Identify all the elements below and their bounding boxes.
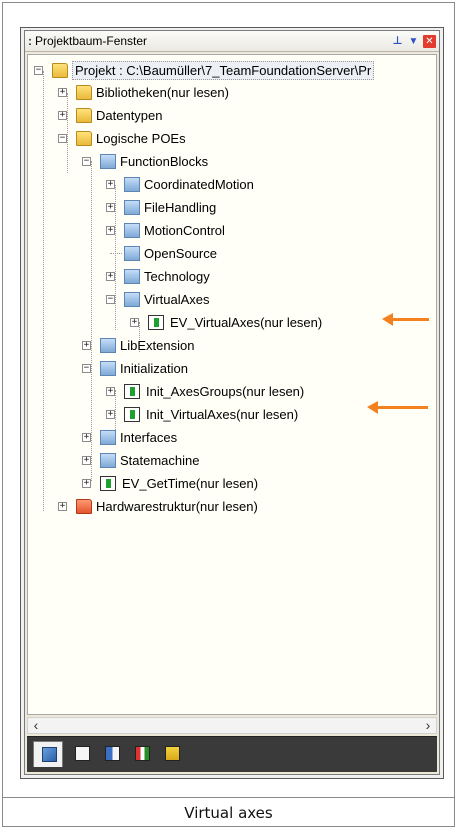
pou-icon	[124, 407, 140, 422]
folder-icon	[124, 223, 140, 238]
tree-node-label: FunctionBlocks	[120, 154, 209, 169]
collapse-icon[interactable]: −	[82, 157, 91, 166]
expand-icon[interactable]: +	[82, 456, 91, 465]
folder-icon	[76, 108, 92, 123]
library-icon	[75, 746, 90, 761]
project-tree[interactable]: − Projekt : C:\Baumüller\7_TeamFoundatio…	[27, 54, 437, 715]
tree-node-label: Interfaces	[120, 430, 178, 445]
folder-icon	[100, 453, 116, 468]
expand-icon[interactable]: +	[106, 410, 115, 419]
tab-io[interactable]	[157, 741, 187, 767]
tree-node-label: Init_VirtualAxes(nur lesen)	[146, 407, 299, 422]
scroll-right-icon[interactable]: ›	[420, 718, 436, 733]
collapse-icon[interactable]: −	[58, 134, 67, 143]
folder-icon	[124, 200, 140, 215]
folder-icon	[100, 361, 116, 376]
tree-node-label: Init_AxesGroups(nur lesen)	[146, 384, 305, 399]
tree-node-label: Bibliotheken(nur lesen)	[96, 85, 229, 100]
folder-icon	[124, 269, 140, 284]
tree-line	[115, 185, 116, 330]
project-tree-icon	[42, 747, 57, 762]
tree-node-label: LibExtension	[120, 338, 195, 353]
window-titlebar[interactable]: : Projektbaum-Fenster ⊥ ▼ ✕	[25, 31, 439, 52]
instance-icon	[135, 746, 150, 761]
tree-line	[67, 93, 68, 173]
figure-caption: Virtual axes	[184, 804, 273, 822]
expand-icon[interactable]: +	[130, 318, 139, 327]
pou-icon	[100, 476, 116, 491]
collapse-icon[interactable]: −	[106, 295, 115, 304]
tree-node-label: EV_GetTime(nur lesen)	[122, 476, 259, 491]
folder-icon	[124, 177, 140, 192]
horizontal-scrollbar[interactable]: ‹ ›	[27, 717, 437, 734]
highlight-arrow	[382, 313, 429, 326]
expand-icon[interactable]: +	[58, 88, 67, 97]
view-tab-bar	[27, 736, 437, 772]
expand-icon[interactable]: +	[106, 180, 115, 189]
tree-node-label: OpenSource	[144, 246, 217, 261]
window-title: Projektbaum-Fenster	[35, 34, 148, 48]
expand-icon[interactable]: +	[58, 111, 67, 120]
expand-icon[interactable]: +	[82, 341, 91, 350]
book-icon	[105, 746, 120, 761]
tree-node-label: Hardwarestruktur(nur lesen)	[96, 499, 258, 514]
tree-node-label: VirtualAxes	[144, 292, 210, 307]
folder-icon	[124, 292, 140, 307]
pin-icon[interactable]: ⊥	[391, 35, 404, 48]
pou-icon	[148, 315, 164, 330]
expand-icon[interactable]: +	[82, 433, 91, 442]
tree-node-label: Logische POEs	[96, 131, 186, 146]
tree-node-label: Datentypen	[96, 108, 163, 123]
expand-icon[interactable]: +	[82, 479, 91, 488]
folder-icon	[76, 85, 92, 100]
folder-icon	[100, 338, 116, 353]
folder-icon	[100, 154, 116, 169]
caption-divider	[2, 797, 455, 798]
tree-line	[110, 253, 122, 254]
tab-libraries[interactable]	[67, 741, 97, 767]
tree-node-label: Projekt : C:\Baumüller\7_TeamFoundationS…	[72, 61, 375, 80]
tree-node-label: Statemachine	[120, 453, 200, 468]
tree-line	[91, 161, 92, 481]
io-icon	[165, 746, 180, 761]
folder-icon	[76, 131, 92, 146]
tree-node-label: MotionControl	[144, 223, 225, 238]
tree-node-label: Initialization	[120, 361, 188, 376]
highlight-arrow	[367, 401, 428, 414]
collapse-icon[interactable]: −	[34, 66, 43, 75]
tree-node-label: Technology	[144, 269, 210, 284]
folder-icon	[52, 63, 68, 78]
tree-node-label: FileHandling	[144, 200, 217, 215]
expand-icon[interactable]: +	[106, 226, 115, 235]
pou-icon	[124, 384, 140, 399]
scroll-left-icon[interactable]: ‹	[28, 718, 44, 733]
folder-icon	[76, 499, 92, 514]
tree-line	[43, 71, 44, 511]
expand-icon[interactable]: +	[106, 203, 115, 212]
expand-icon[interactable]: +	[58, 502, 67, 511]
close-icon[interactable]: ✕	[423, 35, 436, 48]
folder-icon	[124, 246, 140, 261]
tab-books[interactable]	[97, 741, 127, 767]
tab-project-tree[interactable]	[33, 741, 63, 767]
folder-icon	[100, 430, 116, 445]
tree-node-label: EV_VirtualAxes(nur lesen)	[170, 315, 323, 330]
tree-node-label: CoordinatedMotion	[144, 177, 254, 192]
window-menu-icon[interactable]: ▼	[407, 35, 420, 48]
expand-icon[interactable]: +	[106, 387, 115, 396]
expand-icon[interactable]: +	[106, 272, 115, 281]
drag-grip-icon[interactable]: :	[28, 31, 32, 52]
collapse-icon[interactable]: −	[82, 364, 91, 373]
tab-instances[interactable]	[127, 741, 157, 767]
